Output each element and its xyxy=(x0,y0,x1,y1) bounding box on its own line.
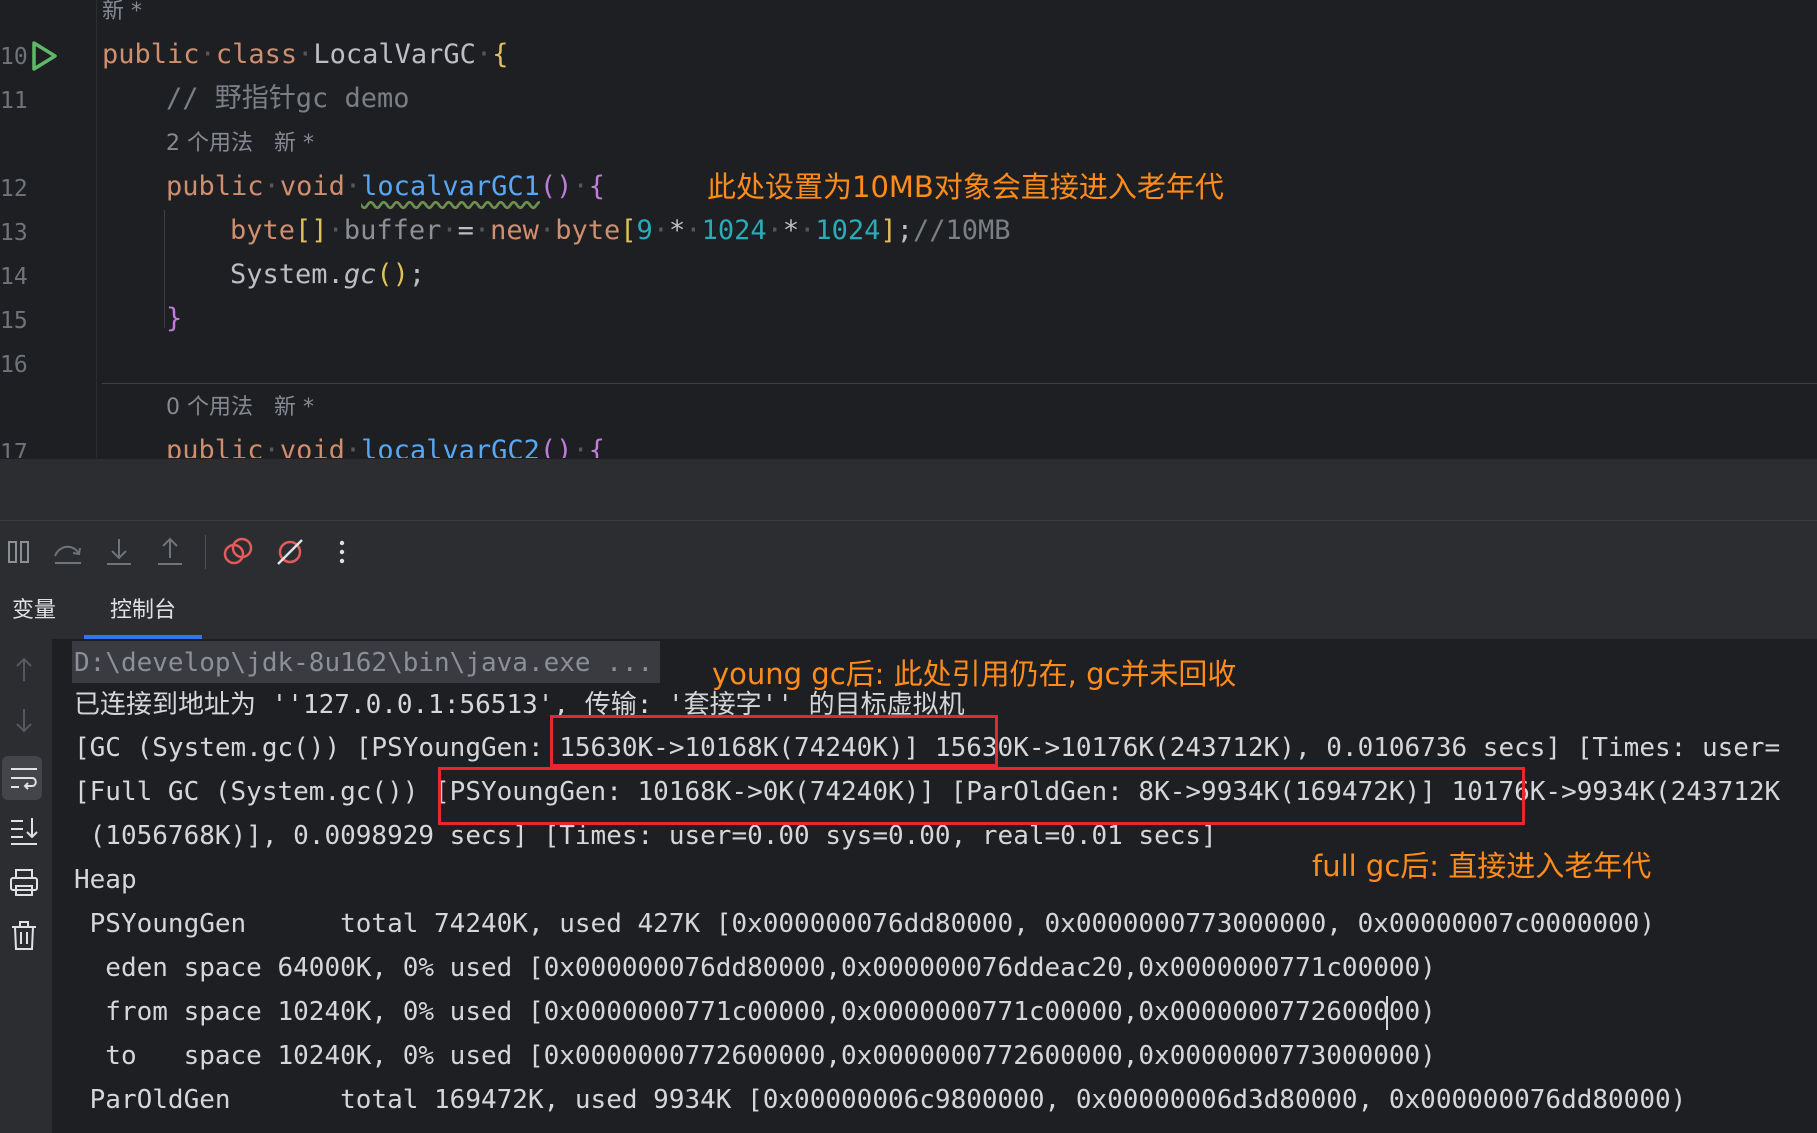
code-line-method2[interactable]: public·void·localvarGC2()·{ xyxy=(166,431,605,458)
print-icon[interactable] xyxy=(6,865,42,901)
line-number: 16 xyxy=(0,352,28,378)
console-side-toolbar xyxy=(0,639,52,1133)
resume-icon[interactable] xyxy=(2,534,38,570)
highlight-box-young xyxy=(550,715,998,767)
console-line-heap[interactable]: Heap xyxy=(74,860,137,900)
trash-icon[interactable] xyxy=(6,918,42,954)
line-number: 17 xyxy=(0,440,28,458)
soft-wrap-icon[interactable] xyxy=(6,760,42,796)
console-line-command[interactable]: D:\develop\jdk-8u162\bin\java.exe ... xyxy=(74,643,653,683)
console-line-eden[interactable]: eden space 64000K, 0% used [0x000000076d… xyxy=(74,948,1436,988)
annotation-full: full gc后: 直接进入老年代 xyxy=(1312,849,1652,883)
tab-console[interactable]: 控制台 xyxy=(110,583,176,639)
step-over-icon[interactable] xyxy=(50,534,86,570)
annotation-young: young gc后: 此处引用仍在, gc并未回收 xyxy=(712,657,1237,691)
line-number: 13 xyxy=(0,220,28,246)
console-line-from[interactable]: from space 10240K, 0% used [0x0000000771… xyxy=(74,992,1436,1032)
arrow-up-icon[interactable] xyxy=(6,651,42,687)
panel-splitter[interactable] xyxy=(0,458,1817,521)
toolbar-separator xyxy=(205,535,206,569)
arrow-down-icon[interactable] xyxy=(6,703,42,739)
method-separator xyxy=(102,383,1817,384)
line-number-gutter[interactable]: 10 11 12 13 14 15 16 17 xyxy=(0,0,97,458)
usage-hint[interactable]: 0 个用法 新 * xyxy=(166,390,314,426)
tab-variables[interactable]: 变量 xyxy=(12,583,56,639)
more-icon[interactable] xyxy=(324,534,360,570)
console-output[interactable]: D:\develop\jdk-8u162\bin\java.exe ... 已连… xyxy=(52,639,1817,1133)
code-line-method1[interactable]: public·void·localvarGC1()·{ xyxy=(166,167,605,207)
mute-breakpoints-icon[interactable] xyxy=(272,534,308,570)
author-hint: 新 * xyxy=(102,0,142,24)
code-close-brace[interactable]: } xyxy=(166,299,182,339)
scroll-to-end-icon[interactable] xyxy=(6,813,42,849)
step-into-icon[interactable] xyxy=(101,534,137,570)
highlight-box-full xyxy=(438,767,1525,825)
console-line-psyounggen[interactable]: PSYoungGen total 74240K, used 427K [0x00… xyxy=(74,904,1655,944)
view-breakpoints-icon[interactable] xyxy=(220,534,256,570)
code-line-class-decl[interactable]: public·class·LocalVarGC·{ xyxy=(102,35,508,75)
line-number: 15 xyxy=(0,308,28,334)
console-line-to[interactable]: to space 10240K, 0% used [0x000000077260… xyxy=(74,1036,1436,1076)
line-number: 11 xyxy=(0,88,28,114)
code-line-gc[interactable]: System.gc(); xyxy=(230,255,425,295)
console-line-paroldgen[interactable]: ParOldGen total 169472K, used 9934K [0x0… xyxy=(74,1080,1687,1120)
line-number: 10 xyxy=(0,44,28,70)
debug-toolbar xyxy=(0,520,1817,584)
code-editor[interactable]: 10 11 12 13 14 15 16 17 新 * public·class… xyxy=(0,0,1817,458)
text-caret xyxy=(1386,996,1388,1030)
indent-guide xyxy=(164,210,165,328)
debug-tabs: 变量 控制台 xyxy=(0,583,1817,639)
line-number: 14 xyxy=(0,264,28,290)
code-line-buffer[interactable]: byte[]·buffer·=·new·byte[9·*·1024·*·1024… xyxy=(230,211,1011,251)
step-out-icon[interactable] xyxy=(152,534,188,570)
run-icon[interactable] xyxy=(30,40,58,72)
code-comment[interactable]: // 野指针gc demo xyxy=(166,79,410,119)
annotation-top: 此处设置为10MB对象会直接进入老年代 xyxy=(707,170,1224,204)
usage-hint[interactable]: 2 个用法 新 * xyxy=(166,126,314,162)
line-number: 12 xyxy=(0,176,28,202)
